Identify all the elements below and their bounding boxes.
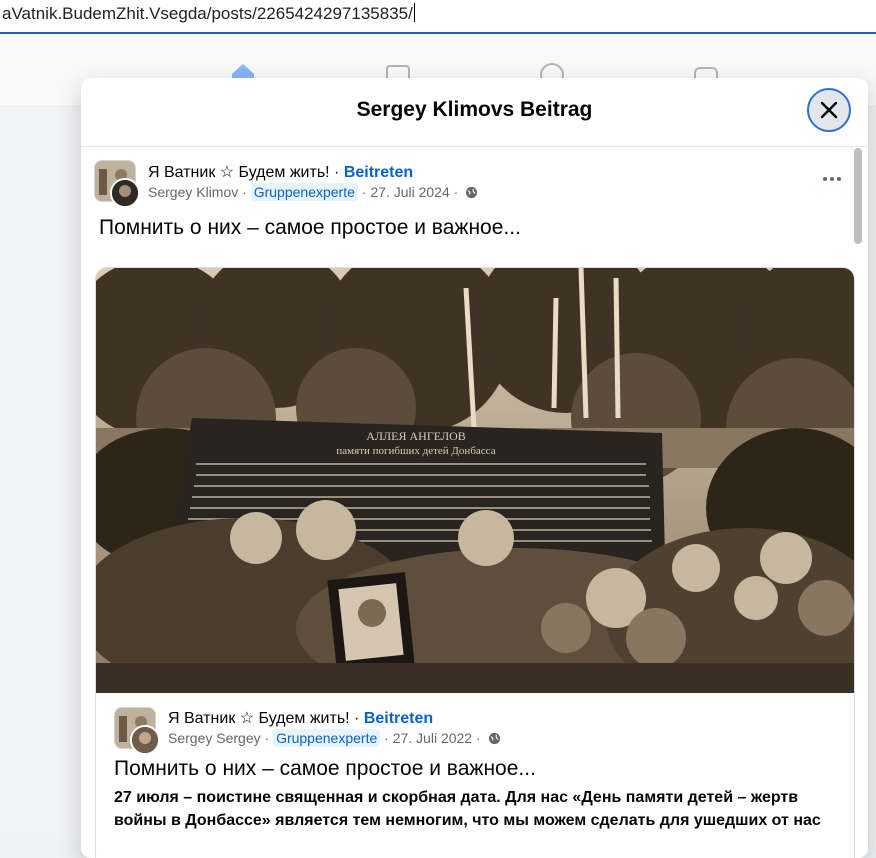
close-icon [820,101,838,119]
dialog-header: Sergey Klimovs Beitrag [81,78,868,147]
separator: · [380,730,393,746]
separator: · [238,184,251,200]
memorial-subtitle: памяти погибших детей Донбасса [336,445,495,457]
post-date-link[interactable]: 27. Juli 2024 [370,184,449,200]
author-name-link[interactable]: Sergey Klimov [148,184,238,200]
globe-icon [466,186,478,199]
expert-badge[interactable]: Gruppenexperte [250,183,358,201]
memorial-title: АЛЛЕЯ АНГЕЛОВ [366,429,466,443]
shared-post-text: Помнить о них – самое простое и важное..… [114,757,536,780]
shared-group-avatar[interactable] [114,707,160,755]
group-name-link[interactable]: Я Ватник ☆ Будем жить! [148,164,330,181]
separator: · [449,184,463,200]
close-button[interactable] [807,88,851,132]
shared-header-line: Я Ватник ☆ Будем жить! · Beitreten [168,708,433,728]
post-text: Помнить о них – самое простое и важное..… [99,216,521,239]
separator: · [357,184,371,200]
separator: · [329,164,344,181]
shared-post-date-link[interactable]: 27. Juli 2022 [393,730,472,746]
shared-group-name-link[interactable]: Я Ватник ☆ Будем жить! [168,710,350,727]
group-avatar[interactable] [94,160,140,208]
join-group-link[interactable]: Beitreten [344,164,413,181]
shared-post-card[interactable]: АЛЛЕЯ АНГЕЛОВ памяти погибших детей Донб… [95,267,855,858]
separator: · [260,730,274,746]
shared-meta-line: Sergey Sergey · Gruppenexperte · 27. Jul… [168,729,501,747]
shared-join-group-link[interactable]: Beitreten [364,710,433,727]
more-dots-icon[interactable] [823,174,843,184]
shared-expert-badge[interactable]: Gruppenexperte [273,729,381,747]
shared-post-body: 27 июля – поистине священная и скорбная … [114,789,821,829]
author-avatar[interactable] [110,178,140,208]
shared-author-name-link[interactable]: Sergey Sergey [168,730,261,746]
post-meta-line: Sergey Klimov · Gruppenexperte · 27. Jul… [148,183,478,201]
post-header-line: Я Ватник ☆ Будем жить! · Beitreten [148,162,413,182]
separator: · [349,710,364,727]
globe-icon [488,732,500,745]
shared-author-avatar[interactable] [130,725,160,755]
post-dialog: Sergey Klimovs Beitrag Я Ватник ☆ Будем … [81,78,868,858]
browser-address-bar[interactable]: aVatnik.BudemZhit.Vsegda/posts/226542429… [0,0,876,34]
dialog-title: Sergey Klimovs Beitrag [356,98,593,121]
memorial-photo[interactable]: АЛЛЕЯ АНГЕЛОВ памяти погибших детей Донб… [96,268,854,708]
address-text: aVatnik.BudemZhit.Vsegda/posts/226542429… [2,3,415,23]
separator: · [472,730,485,746]
dialog-scrollbar[interactable] [854,148,862,244]
